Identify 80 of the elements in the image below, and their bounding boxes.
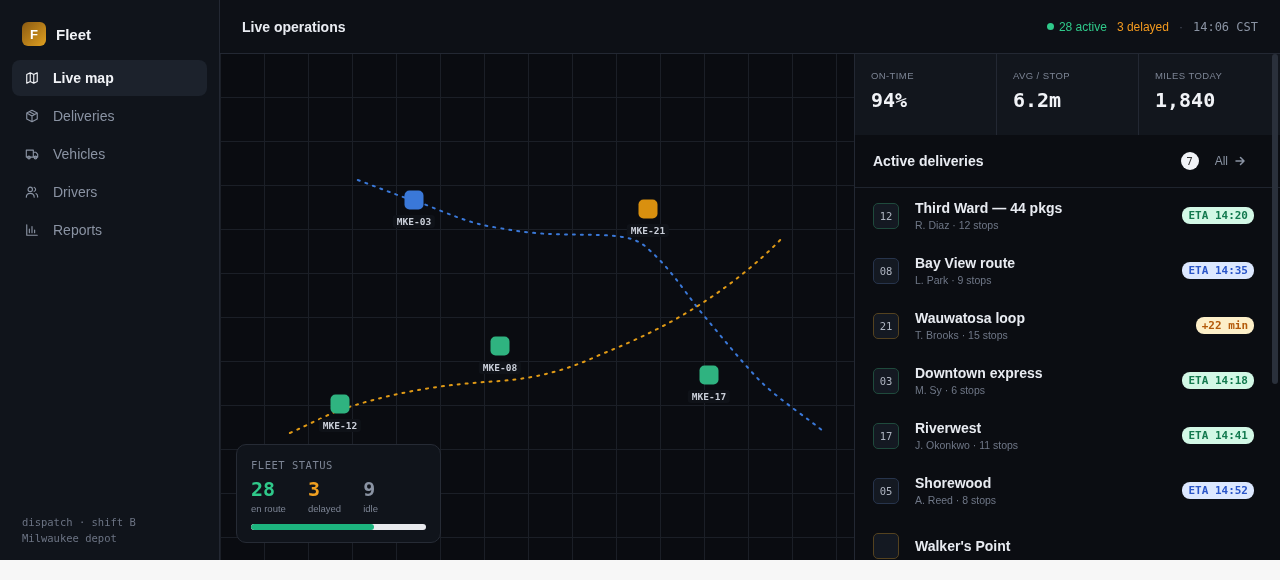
vehicle-label: MKE-21 xyxy=(626,224,670,237)
page-title: Live operations xyxy=(242,18,346,35)
vehicle-label: MKE-08 xyxy=(478,361,522,374)
separator: · xyxy=(1178,19,1183,34)
section-title: Active deliveries xyxy=(873,153,984,169)
delivery-row[interactable]: 05 Shorewood A. Reed · 8 stops ETA 14:52 xyxy=(855,463,1272,518)
delivery-meta: L. Park · 9 stops xyxy=(915,274,993,286)
package-icon xyxy=(25,109,39,123)
stat-label: AVG / STOP xyxy=(1013,70,1071,81)
count-value: 28 xyxy=(251,477,277,501)
stat-value: 1,840 xyxy=(1155,88,1217,112)
delivery-meta: J. Okonkwo · 11 stops xyxy=(915,439,1019,451)
brand-name: Fleet xyxy=(56,25,91,43)
eta-badge: ETA 14:35 xyxy=(1182,262,1254,279)
delivery-row[interactable]: 21 Wauwatosa loop T. Brooks · 15 stops +22 min xyxy=(855,298,1272,353)
vehicle-marker[interactable] xyxy=(699,365,719,385)
truck-icon xyxy=(25,147,39,161)
eta-badge: ETA 14:20 xyxy=(1182,207,1254,224)
delivery-row[interactable]: 12 Third Ward — 44 pkgs R. Diaz · 12 stops ETA 14:20 xyxy=(855,188,1272,243)
delivery-meta: M. Sy · 6 stops xyxy=(915,384,987,396)
footer-note: dispatch · shift B xyxy=(22,516,137,528)
delivery-title: Shorewood xyxy=(915,475,993,491)
delayed-count: 3 delayed xyxy=(1116,19,1169,34)
delivery-title: Bay View route xyxy=(915,255,1016,271)
route-number: 17 xyxy=(873,422,899,449)
view-all-link[interactable]: All xyxy=(1214,154,1245,168)
arrow-right-icon xyxy=(1235,156,1245,166)
route-number: 12 xyxy=(873,202,899,229)
sidebar-item[interactable]: Deliveries xyxy=(12,98,207,134)
stat-label: ON-TIME xyxy=(871,70,915,81)
sidebar-item[interactable]: Live map xyxy=(12,60,207,96)
route-number: 05 xyxy=(873,477,899,504)
scrollbar[interactable] xyxy=(1272,54,1278,384)
people-icon xyxy=(25,185,39,199)
route-number: 21 xyxy=(873,312,899,339)
eta-badge: ETA 14:41 xyxy=(1182,427,1254,444)
delivery-row[interactable]: 08 Bay View route L. Park · 9 stops ETA 14:35 xyxy=(855,243,1272,298)
card-title: FLEET STATUS xyxy=(251,459,334,471)
sidebar-item[interactable]: Vehicles xyxy=(12,136,207,172)
vehicle-marker[interactable] xyxy=(638,199,658,219)
delivery-title: Downtown express xyxy=(915,365,1043,381)
stat-value: 6.2m xyxy=(1013,88,1063,112)
delivery-meta: R. Diaz · 12 stops xyxy=(915,219,1000,231)
delivery-title: Wauwatosa loop xyxy=(915,310,1025,326)
stat-value: 94% xyxy=(871,88,909,112)
vehicle-marker[interactable] xyxy=(404,190,424,210)
vehicle-label: MKE-12 xyxy=(318,419,362,432)
vehicle-marker[interactable] xyxy=(490,336,510,356)
delivery-title: Walker's Point xyxy=(915,537,1011,554)
delivery-row[interactable]: Walker's Point xyxy=(855,518,1272,560)
eta-badge: +22 min xyxy=(1195,317,1254,334)
count-label: idle xyxy=(363,503,378,514)
delivery-meta: T. Brooks · 15 stops xyxy=(915,329,1009,341)
delivery-meta: A. Reed · 8 stops xyxy=(915,494,997,506)
bar-chart-icon xyxy=(25,223,39,237)
count-value: 9 xyxy=(363,477,377,501)
sidebar-item[interactable]: Reports xyxy=(12,212,207,248)
count-value: 3 xyxy=(307,477,321,501)
count-label: delayed xyxy=(307,503,342,514)
delivery-row[interactable]: 17 Riverwest J. Okonkwo · 11 stops ETA 14:41 xyxy=(855,408,1272,463)
vehicle-marker[interactable] xyxy=(330,394,350,414)
stat-label: MILES TODAY xyxy=(1155,70,1224,81)
eta-badge: ETA 14:18 xyxy=(1182,372,1254,389)
clock-time: 14:06 CST xyxy=(1192,19,1258,34)
footer-note: Milwaukee depot xyxy=(22,532,118,544)
sidebar-item[interactable]: Drivers xyxy=(12,174,207,210)
vehicle-label: MKE-03 xyxy=(392,215,436,228)
delivery-title: Third Ward — 44 pkgs xyxy=(915,200,1063,216)
delivery-row[interactable]: 03 Downtown express M. Sy · 6 stops ETA 14:18 xyxy=(855,353,1272,408)
route-number: 03 xyxy=(873,367,899,394)
vehicle-label: MKE-17 xyxy=(687,390,731,403)
route-number: 08 xyxy=(873,257,899,284)
active-count: 28 active xyxy=(1058,19,1107,34)
map-icon xyxy=(25,71,39,85)
logo-badge: F xyxy=(22,22,46,46)
delivery-title: Riverwest xyxy=(915,420,983,436)
count-badge: 7 xyxy=(1180,152,1199,170)
status-dot xyxy=(1046,23,1054,30)
count-label: en route xyxy=(251,503,286,514)
eta-badge: ETA 14:52 xyxy=(1182,482,1254,499)
